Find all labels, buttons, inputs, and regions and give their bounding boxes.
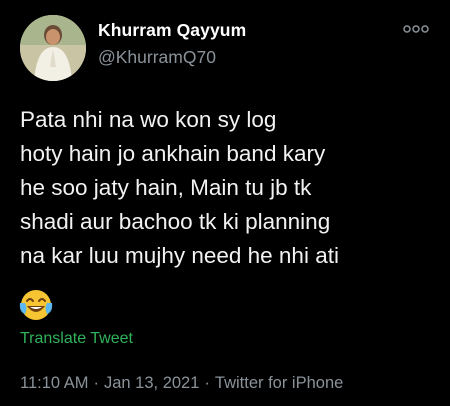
- tweet-time[interactable]: 11:10 AM: [20, 374, 89, 393]
- tweet-metadata: 11:10 AM · Jan 13, 2021 · Twitter for iPhone: [20, 374, 343, 393]
- tweet-source[interactable]: Twitter for iPhone: [215, 374, 343, 393]
- profile-photo-icon: [20, 15, 86, 81]
- tweet-card: Khurram Qayyum @KhurramQ70 Pata nhi na w…: [0, 0, 450, 406]
- tweet-text: Pata nhi na wo kon sy log hoty hain jo a…: [20, 107, 339, 268]
- avatar[interactable]: [20, 15, 86, 81]
- translate-tweet-link[interactable]: Translate Tweet: [20, 330, 133, 348]
- meta-separator: ·: [93, 374, 100, 392]
- author-handle[interactable]: @KhurramQ70: [98, 47, 216, 68]
- face-with-tears-of-joy-icon: [19, 288, 53, 322]
- more-options-icon[interactable]: [402, 22, 430, 36]
- tweet-date[interactable]: Jan 13, 2021: [104, 374, 199, 393]
- author-display-name[interactable]: Khurram Qayyum: [98, 20, 246, 41]
- meta-separator: ·: [204, 374, 210, 392]
